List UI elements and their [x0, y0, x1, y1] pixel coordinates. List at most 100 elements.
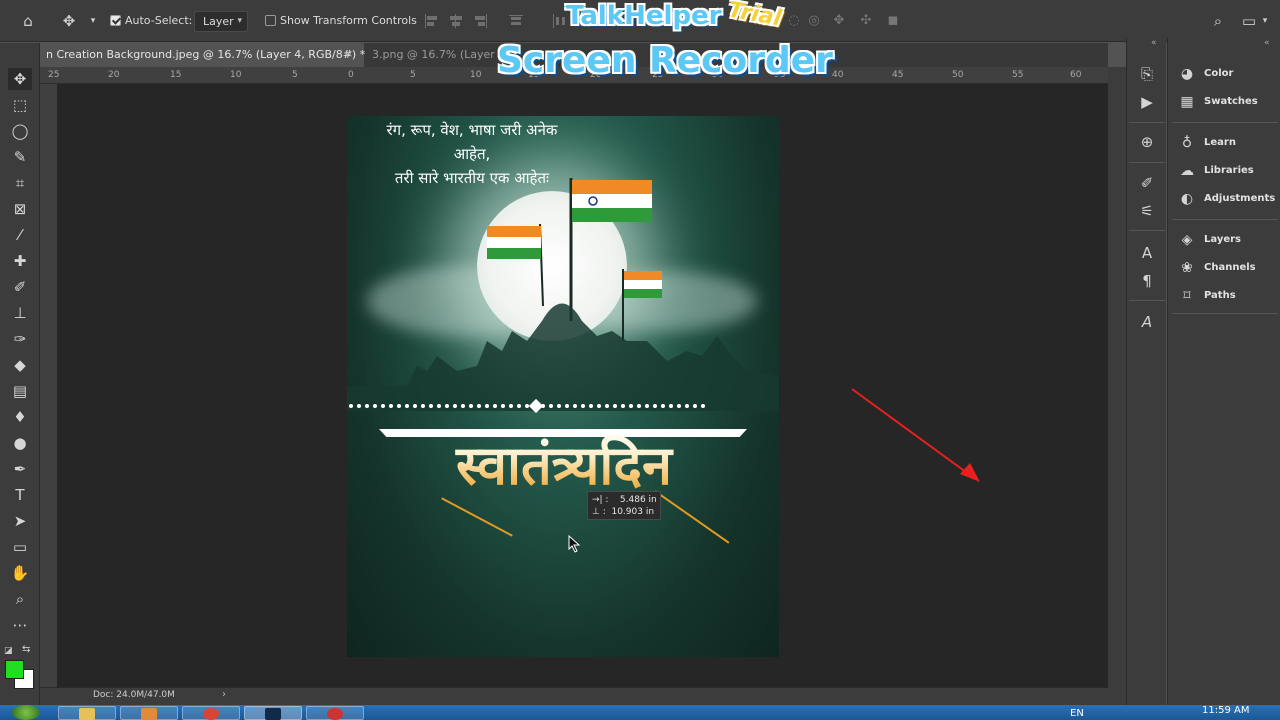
- tab-active-document[interactable]: n Creation Background.jpeg @ 16.7% (Laye…: [40, 43, 366, 67]
- properties-icon[interactable]: ⊕: [1137, 132, 1157, 152]
- move-tool-icon[interactable]: ✥: [60, 12, 78, 30]
- start-button[interactable]: [12, 705, 40, 720]
- align-top-icon[interactable]: [508, 13, 524, 29]
- panel-color[interactable]: ◕ Color: [1178, 65, 1278, 85]
- history-brush-tool-icon[interactable]: ✑: [8, 328, 32, 350]
- clone-stamp-tool-icon[interactable]: ⊥: [8, 302, 32, 324]
- lasso-tool-icon[interactable]: ◯: [8, 120, 32, 142]
- 3d-orbit-icon[interactable]: ◌: [785, 12, 803, 30]
- rectangle-tool-icon[interactable]: ▭: [8, 536, 32, 558]
- clock-time[interactable]: 11:59 AM: [1202, 705, 1249, 716]
- ruler-tick-label: 10: [230, 70, 242, 80]
- tab-label: n Creation Background.jpeg @ 16.7% (Laye…: [46, 48, 366, 61]
- hand-tool-icon[interactable]: ✋: [8, 562, 32, 584]
- tools-panel: ✥ ⬚ ◯ ✎ ⌗ ⊠ ⁄ ✚ ✐ ⊥ ✑ ◆ ▤ ♦ ● ✒ T ➤ ▭ ✋ …: [0, 43, 40, 705]
- document-canvas[interactable]: रंग, रूप, वेश, भाषा जरी अनेक आहेत, तरी स…: [347, 116, 779, 657]
- swap-colors-icon[interactable]: ⇆: [22, 644, 30, 655]
- ruler-tick-label: 20: [108, 70, 120, 80]
- move-tool-icon[interactable]: ✥: [8, 68, 32, 90]
- frame-tool-icon[interactable]: ⊠: [8, 198, 32, 220]
- tool-presets-icon[interactable]: ⚟: [1137, 201, 1157, 221]
- marquee-tool-icon[interactable]: ⬚: [8, 94, 32, 116]
- eyedropper-tool-icon[interactable]: ⁄: [8, 224, 32, 246]
- dodge-tool-icon[interactable]: ●: [8, 432, 32, 454]
- poem-line: आहेत,: [453, 145, 491, 163]
- show-transform-checkbox[interactable]: [265, 15, 276, 26]
- zoom-tool-icon[interactable]: ⌕: [8, 588, 32, 610]
- healing-brush-tool-icon[interactable]: ✚: [8, 250, 32, 272]
- taskbar-chrome[interactable]: [182, 706, 240, 720]
- divider-dot: [389, 404, 393, 408]
- language-indicator[interactable]: EN: [1070, 708, 1084, 719]
- divider-dot: [701, 404, 705, 408]
- type-tool-icon[interactable]: T: [8, 484, 32, 506]
- divider-dot: [477, 404, 481, 408]
- close-icon[interactable]: ×: [344, 47, 353, 60]
- history-icon[interactable]: ⎘: [1137, 64, 1157, 84]
- taskbar-explorer[interactable]: [58, 706, 116, 720]
- ruler-tick-label: 50: [952, 70, 964, 80]
- quick-select-tool-icon[interactable]: ✎: [8, 146, 32, 168]
- panel-paths[interactable]: ⌑ Paths: [1178, 287, 1278, 307]
- workspace-chevron-icon[interactable]: ▾: [1256, 12, 1274, 30]
- glyphs-icon[interactable]: A: [1137, 312, 1157, 332]
- more-tools-icon[interactable]: ⋯: [8, 614, 32, 636]
- taskbar-recorder[interactable]: [306, 706, 364, 720]
- divider-dot: [357, 404, 361, 408]
- 3d-camera-icon[interactable]: ◼: [884, 12, 902, 30]
- panel-label: Libraries: [1204, 165, 1254, 176]
- default-colors-icon[interactable]: ◪: [4, 646, 13, 656]
- divider-dot: [557, 404, 561, 408]
- ruler-tick-label: 55: [1012, 70, 1024, 80]
- pen-tool-icon[interactable]: ✒: [8, 458, 32, 480]
- home-icon[interactable]: ⌂: [19, 12, 37, 30]
- divider-dot: [397, 404, 401, 408]
- 3d-pan-icon[interactable]: ✥: [830, 12, 848, 30]
- tool-preset-chevron-icon[interactable]: ▾: [84, 12, 102, 30]
- show-transform-label: Show Transform Controls: [280, 14, 417, 27]
- taskbar-app[interactable]: [120, 706, 178, 720]
- ruler-tick-label: 5: [410, 70, 416, 80]
- headline-title: स्वातंत्र्यदिन: [379, 426, 749, 506]
- gradient-tool-icon[interactable]: ▤: [8, 380, 32, 402]
- panel-channels[interactable]: ❀ Channels: [1178, 259, 1278, 279]
- panel-swatches[interactable]: ▦ Swatches: [1178, 93, 1278, 113]
- align-left-icon[interactable]: [424, 13, 440, 29]
- libraries-icon: ☁: [1180, 163, 1194, 179]
- ruler-tick-label: 45: [892, 70, 904, 80]
- collapse-icon[interactable]: «: [1264, 38, 1270, 48]
- panel-layers[interactable]: ◈ Layers: [1178, 231, 1278, 251]
- search-icon[interactable]: ⌕: [1209, 12, 1227, 30]
- panel-icon-strip: « ⎘ ▶ ⊕ ✐ ⚟ A ¶ A: [1126, 38, 1166, 705]
- taskbar-photoshop[interactable]: [244, 706, 302, 720]
- divider-dot: [661, 404, 665, 408]
- auto-select-checkbox[interactable]: [110, 15, 121, 26]
- ruler-tick-label: 10: [470, 70, 482, 80]
- actions-play-icon[interactable]: ▶: [1137, 92, 1157, 112]
- status-chevron-icon[interactable]: ›: [222, 689, 226, 700]
- crop-tool-icon[interactable]: ⌗: [8, 172, 32, 194]
- divider-dot: [413, 404, 417, 408]
- panel-libraries[interactable]: ☁ Libraries: [1178, 162, 1278, 182]
- ruler-tick-label: 40: [832, 70, 844, 80]
- brush-settings-icon[interactable]: ✐: [1137, 173, 1157, 193]
- brush-tool-icon[interactable]: ✐: [8, 276, 32, 298]
- align-right-icon[interactable]: [472, 13, 488, 29]
- path-selection-tool-icon[interactable]: ➤: [8, 510, 32, 532]
- blur-tool-icon[interactable]: ♦: [8, 406, 32, 428]
- character-icon[interactable]: A: [1137, 243, 1157, 263]
- height-value: 10.903 in: [611, 507, 655, 517]
- windows-taskbar: EN 11:59 AM: [0, 705, 1280, 720]
- paragraph-icon[interactable]: ¶: [1137, 271, 1157, 291]
- foreground-color-swatch[interactable]: [5, 660, 24, 679]
- collapse-icon[interactable]: «: [1151, 38, 1157, 48]
- auto-select-target-dropdown[interactable]: Layer ▾: [194, 11, 248, 32]
- eraser-tool-icon[interactable]: ◆: [8, 354, 32, 376]
- 3d-roll-icon[interactable]: ◎: [805, 12, 823, 30]
- align-center-icon[interactable]: [448, 13, 464, 29]
- 3d-slide-icon[interactable]: ✣: [857, 12, 875, 30]
- vertical-scrollbar[interactable]: [1108, 67, 1126, 705]
- panel-adjustments[interactable]: ◐ Adjustments: [1178, 190, 1278, 210]
- divider-dot: [437, 404, 441, 408]
- panel-learn[interactable]: ♁ Learn: [1178, 134, 1278, 154]
